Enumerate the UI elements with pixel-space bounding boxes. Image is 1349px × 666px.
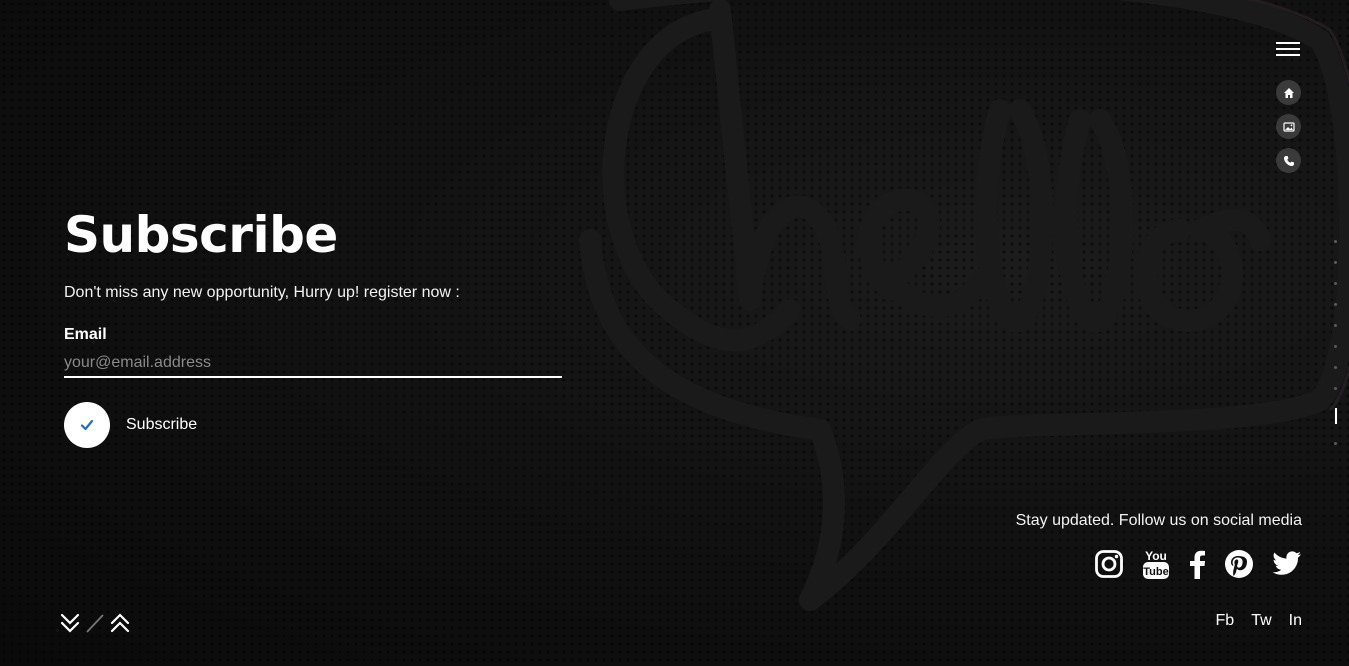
- section-dot[interactable]: [1334, 261, 1337, 264]
- home-icon: [1283, 87, 1294, 98]
- gallery-button[interactable]: [1276, 114, 1301, 139]
- section-dot[interactable]: [1334, 345, 1337, 348]
- hamburger-icon-line: [1276, 48, 1300, 50]
- instagram-text-link[interactable]: In: [1289, 612, 1302, 630]
- quick-nav: [1276, 80, 1301, 173]
- twitter-text-link[interactable]: Tw: [1251, 612, 1271, 630]
- scroll-up-button[interactable]: [110, 612, 130, 634]
- double-chevron-down-icon: [60, 613, 80, 633]
- facebook-icon: [1190, 550, 1205, 579]
- facebook-link[interactable]: [1188, 549, 1206, 579]
- email-label: Email: [64, 326, 107, 343]
- svg-text:You: You: [1145, 549, 1167, 563]
- instagram-link[interactable]: [1094, 549, 1124, 579]
- svg-text:Tube: Tube: [1143, 566, 1168, 578]
- divider-slash-icon: [86, 614, 104, 633]
- section-dot[interactable]: [1334, 442, 1337, 445]
- pinterest-icon: [1225, 550, 1253, 578]
- section-dot[interactable]: [1334, 366, 1337, 369]
- twitter-icon: [1272, 551, 1301, 575]
- subscribe-button[interactable]: Subscribe: [64, 402, 564, 448]
- hamburger-icon-line: [1276, 54, 1300, 56]
- section-dot[interactable]: [1334, 303, 1337, 306]
- social-icons: You Tube: [1016, 548, 1302, 580]
- scroll-down-button[interactable]: [60, 612, 80, 634]
- social-section: Stay updated. Follow us on social media …: [1016, 512, 1302, 580]
- contact-button[interactable]: [1276, 148, 1301, 173]
- home-button[interactable]: [1276, 80, 1301, 105]
- page: Subscribe Don't miss any new opportunity…: [0, 0, 1349, 666]
- youtube-icon: You Tube: [1143, 549, 1169, 579]
- pinterest-link[interactable]: [1224, 549, 1254, 579]
- checkmark-icon: [80, 419, 94, 431]
- subscribe-label: Subscribe: [126, 416, 198, 433]
- double-chevron-up-icon: [110, 613, 130, 633]
- social-text-links: Fb Tw In: [1216, 612, 1302, 630]
- section-dot[interactable]: [1334, 387, 1337, 390]
- section-dot-active[interactable]: [1334, 408, 1337, 424]
- twitter-link[interactable]: [1272, 551, 1302, 577]
- subscribe-circle[interactable]: [64, 402, 110, 448]
- menu-toggle-button[interactable]: [1276, 42, 1304, 62]
- section-dot[interactable]: [1334, 324, 1337, 327]
- instagram-icon: [1095, 550, 1123, 578]
- image-icon: [1282, 121, 1295, 132]
- hamburger-icon: [1276, 42, 1300, 44]
- subscribe-section: Subscribe Don't miss any new opportunity…: [64, 200, 564, 448]
- social-text: Stay updated. Follow us on social media: [1015, 512, 1302, 529]
- facebook-text-link[interactable]: Fb: [1216, 612, 1235, 630]
- email-input[interactable]: [64, 352, 562, 378]
- section-dot[interactable]: [1334, 240, 1337, 243]
- scroll-controls: [60, 612, 130, 634]
- section-dot[interactable]: [1334, 282, 1337, 285]
- phone-icon: [1283, 155, 1294, 166]
- page-subtitle: Don't miss any new opportunity, Hurry up…: [64, 284, 460, 301]
- section-pagination: [1334, 240, 1337, 445]
- page-title: Subscribe: [64, 206, 338, 264]
- youtube-link[interactable]: You Tube: [1142, 548, 1170, 580]
